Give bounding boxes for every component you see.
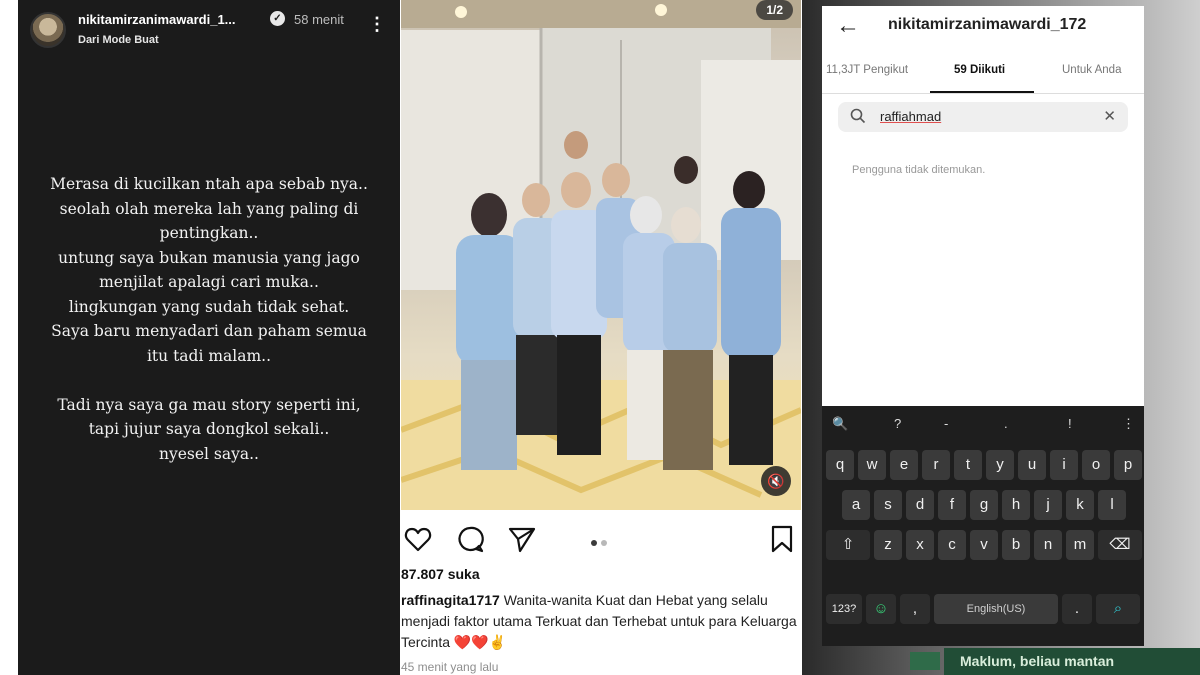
key-v[interactable]: v: [970, 530, 998, 560]
caption-banner: Maklum, beliau mantan: [944, 648, 1200, 675]
story-line: tapi jujur saya dongkol sekali..: [88, 420, 330, 438]
key-more[interactable]: ⋮: [1122, 416, 1135, 432]
key-b[interactable]: b: [1002, 530, 1030, 560]
tab-followers[interactable]: 11,3JT Pengikut: [826, 64, 908, 76]
caption-username[interactable]: raffinagita1717: [401, 592, 500, 608]
post-photo[interactable]: 1/2 🔇: [401, 0, 801, 510]
key-i[interactable]: i: [1050, 450, 1078, 480]
post-caption: raffinagita1717 Wanita-wanita Kuat dan H…: [401, 590, 797, 653]
heart-icon[interactable]: [403, 524, 433, 554]
tab-for-you[interactable]: Untuk Anda: [1062, 64, 1121, 76]
key-s[interactable]: s: [874, 490, 902, 520]
story-line: Tadi nya saya ga mau story seperti ini,: [57, 395, 361, 414]
backspace-key-icon[interactable]: ⌫: [1098, 530, 1142, 560]
key-u[interactable]: u: [1018, 450, 1046, 480]
story-line: pentingkan..: [159, 224, 259, 242]
keyboard-suggestion-row: 🔍 ? - . ! ⋮: [822, 412, 1144, 440]
banner-text: Maklum, beliau mantan: [960, 653, 1115, 669]
story-header: nikitamirzanimawardi_1... ✓ 58 menit Dar…: [18, 8, 400, 52]
post-actions: [401, 518, 801, 558]
shift-key-icon[interactable]: ⇧: [826, 530, 870, 560]
bookmark-icon[interactable]: [767, 524, 797, 554]
comma-key[interactable]: ,: [900, 594, 930, 624]
comment-icon[interactable]: [455, 524, 485, 554]
story-subtitle: Dari Mode Buat: [78, 34, 159, 46]
carousel-counter: 1/2: [756, 0, 793, 20]
verified-badge-icon: ✓: [270, 11, 285, 26]
key-z[interactable]: z: [874, 530, 902, 560]
key-x[interactable]: x: [906, 530, 934, 560]
search-input[interactable]: raffiahmad ✕: [838, 102, 1128, 132]
key-dash[interactable]: -: [944, 416, 948, 431]
story-line: itu tadi malam..: [146, 346, 272, 365]
key-f[interactable]: f: [938, 490, 966, 520]
search-submit-icon[interactable]: ⌕: [1096, 594, 1140, 624]
instagram-post: 1/2 🔇 87.807 suka raffinagita1717 Wanita…: [401, 0, 801, 675]
screenshot-collage: nikitamirzanimawardi_1... ✓ 58 menit Dar…: [0, 0, 1200, 675]
instagram-story: nikitamirzanimawardi_1... ✓ 58 menit Dar…: [18, 0, 400, 675]
search-value: raffiahmad: [880, 109, 942, 124]
key-question[interactable]: ?: [894, 416, 901, 431]
story-line: Merasa di kucilkan ntah apa sebab nya..: [50, 175, 368, 193]
key-l[interactable]: l: [1098, 490, 1126, 520]
avatar[interactable]: [30, 12, 66, 48]
follow-tabs: 11,3JT Pengikut 59 Diikuti Untuk Anda: [822, 58, 1144, 94]
key-exclaim[interactable]: !: [1068, 416, 1072, 431]
group-photo-illustration: [401, 0, 801, 510]
story-line: untung saya bukan manusia yang jago: [58, 248, 360, 267]
more-options-icon[interactable]: ⋮: [368, 14, 386, 34]
onscreen-keyboard: 🔍 ? - . ! ⋮ q w e r t y u i o p a s d f …: [822, 406, 1144, 646]
like-count[interactable]: 87.807 suka: [401, 566, 480, 582]
caption-emoji: ❤️❤️✌: [453, 634, 507, 650]
empty-result-message: Pengguna tidak ditemukan.: [852, 164, 986, 176]
story-line: Saya baru menyadari dan paham semua: [51, 322, 367, 340]
key-e[interactable]: e: [890, 450, 918, 480]
key-a[interactable]: a: [842, 490, 870, 520]
key-w[interactable]: w: [858, 450, 886, 480]
key-q[interactable]: q: [826, 450, 854, 480]
keyboard-search-icon[interactable]: 🔍: [832, 416, 848, 432]
search-icon: [850, 108, 866, 124]
period-key[interactable]: .: [1062, 594, 1092, 624]
key-c[interactable]: c: [938, 530, 966, 560]
key-r[interactable]: r: [922, 450, 950, 480]
key-t[interactable]: t: [954, 450, 982, 480]
story-line: [30, 368, 388, 393]
numbers-key[interactable]: 123?: [826, 594, 862, 624]
key-dot[interactable]: .: [1004, 416, 1008, 431]
key-n[interactable]: n: [1034, 530, 1062, 560]
key-g[interactable]: g: [970, 490, 998, 520]
profile-username: nikitamirzanimawardi_172: [888, 16, 1087, 33]
story-line: seolah olah mereka lah yang paling di: [59, 199, 359, 218]
key-y[interactable]: y: [986, 450, 1014, 480]
tab-following[interactable]: 59 Diikuti: [954, 64, 1005, 76]
carousel-dots: [591, 533, 611, 551]
share-icon[interactable]: [507, 524, 537, 554]
following-list-screen: ← nikitamirzanimawardi_172 11,3JT Pengik…: [822, 6, 1144, 646]
story-line: menjilat apalagi cari muka..: [99, 273, 319, 291]
story-username[interactable]: nikitamirzanimawardi_1...: [78, 12, 236, 27]
active-tab-indicator: [930, 91, 1034, 93]
key-h[interactable]: h: [1002, 490, 1030, 520]
clear-search-icon[interactable]: ✕: [1103, 107, 1116, 125]
back-arrow-icon[interactable]: ←: [836, 12, 860, 40]
key-k[interactable]: k: [1066, 490, 1094, 520]
post-time: 45 menit yang lalu: [401, 660, 499, 674]
story-line: lingkungan yang sudah tidak sehat.: [68, 297, 350, 316]
story-time: 58 menit: [294, 12, 344, 27]
key-d[interactable]: d: [906, 490, 934, 520]
banner-accent: [910, 652, 940, 670]
profile-header: ← nikitamirzanimawardi_172: [822, 6, 1144, 46]
mute-icon[interactable]: 🔇: [761, 466, 791, 496]
emoji-key-icon[interactable]: ☺: [866, 594, 896, 624]
space-key[interactable]: English(US): [934, 594, 1058, 624]
key-m[interactable]: m: [1066, 530, 1094, 560]
key-j[interactable]: j: [1034, 490, 1062, 520]
key-o[interactable]: o: [1082, 450, 1110, 480]
story-line: nyesel saya..: [159, 444, 259, 463]
story-text: Merasa di kucilkan ntah apa sebab nya.. …: [30, 172, 388, 466]
key-p[interactable]: p: [1114, 450, 1142, 480]
